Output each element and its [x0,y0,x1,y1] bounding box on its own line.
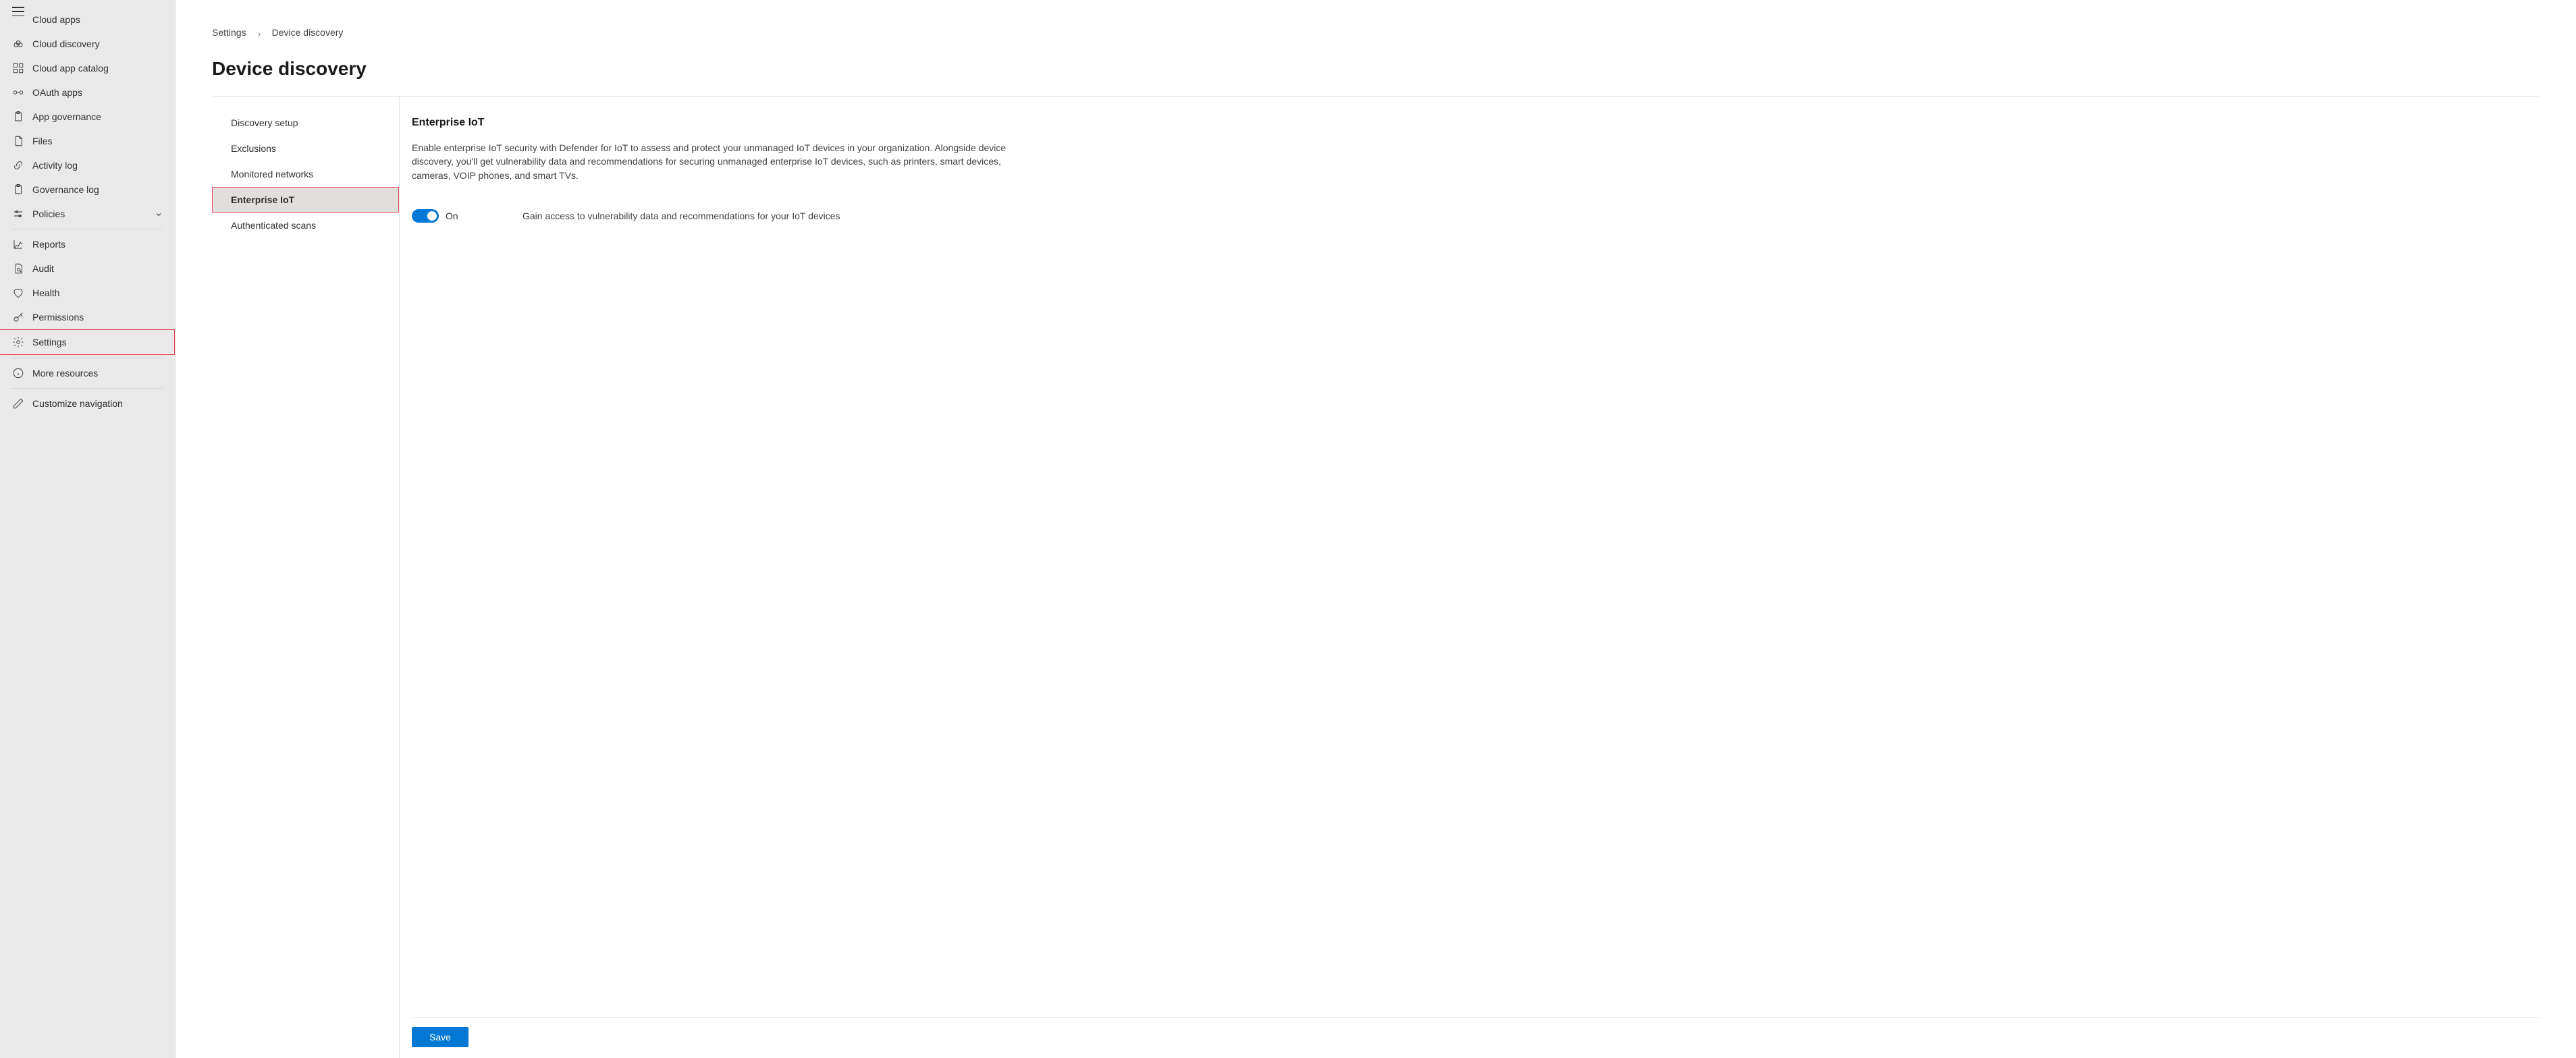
sidebar-item-label: Cloud apps [32,14,163,25]
sidebar-item-label: Audit [32,263,163,274]
toggle-state-label: On [446,211,462,221]
sidebar-item-label: Cloud discovery [32,38,163,49]
sliders-icon [12,208,24,220]
main-content: Settings Device discovery Device discove… [176,0,2576,1058]
save-button[interactable]: Save [412,1027,468,1047]
sidebar-item-app-governance[interactable]: App governance [0,105,175,129]
sidebar-item-label: Activity log [32,160,163,171]
subnav-item-exclusions[interactable]: Exclusions [212,136,399,161]
link-icon [12,159,24,171]
sidebar-item-cloud-discovery[interactable]: Cloud discovery [0,32,175,56]
pencil-icon [12,397,24,410]
sidebar-item-label: Files [32,136,163,146]
toggle-knob [427,211,437,221]
sidebar-item-label: Settings [32,337,162,347]
chart-icon [12,238,24,250]
cloud-discovery-icon [12,38,24,50]
sidebar-item-policies[interactable]: Policies [0,202,175,226]
sidebar-item-label: Cloud app catalog [32,63,163,74]
subnav-item-authenticated-scans[interactable]: Authenticated scans [212,213,399,238]
sidebar-item-label: Permissions [32,312,163,323]
sidebar-item-label: Customize navigation [32,398,163,409]
detail-panel: Enterprise IoT Enable enterprise IoT sec… [400,96,2540,1058]
detail-title: Enterprise IoT [412,117,2540,129]
save-row: Save [412,1017,2540,1058]
toggle-description: Gain access to vulnerability data and re… [522,211,840,221]
sidebar-item-customize-navigation[interactable]: Customize navigation [0,391,175,416]
clipboard-icon [12,184,24,196]
sidebar-item-files[interactable]: Files [0,129,175,153]
cloud-apps-icon [12,13,24,26]
audit-icon [12,262,24,275]
breadcrumb-current: Device discovery [272,27,344,38]
sidebar-item-label: App governance [32,111,163,122]
key-icon [12,311,24,323]
sidebar-item-label: More resources [32,368,163,379]
sidebar-item-health[interactable]: Health [0,281,175,305]
sidebar-item-oauth-apps[interactable]: OAuth apps [0,80,175,105]
sidebar-item-settings[interactable]: Settings [0,330,174,354]
sidebar-item-reports[interactable]: Reports [0,232,175,256]
sidebar-item-cloud-app-catalog[interactable]: Cloud app catalog [0,56,175,80]
sidebar-item-label: Reports [32,239,163,250]
chevron-down-icon [155,210,163,218]
sidebar-item-more-resources[interactable]: More resources [0,361,175,385]
breadcrumb: Settings Device discovery [212,27,2540,38]
heart-icon [12,287,24,299]
sidebar-item-label: Governance log [32,184,163,195]
clipboard-icon [12,111,24,123]
sidebar-item-label: Policies [32,208,155,219]
chevron-right-icon [256,29,263,36]
info-icon [12,367,24,379]
enterprise-iot-toggle[interactable] [412,209,439,223]
sidebar-item-audit[interactable]: Audit [0,256,175,281]
detail-description: Enable enterprise IoT security with Defe… [412,141,1040,182]
subnav-item-discovery-setup[interactable]: Discovery setup [212,110,399,136]
sidebar-item-governance-log[interactable]: Governance log [0,177,175,202]
nav-separator [12,388,163,389]
sidebar-item-activity-log[interactable]: Activity log [0,153,175,177]
sidebar-item-label: Health [32,287,163,298]
content-panel: Discovery setup Exclusions Monitored net… [212,96,2540,1058]
subnav-item-monitored-networks[interactable]: Monitored networks [212,161,399,187]
sidebar-item-cloud-apps-partial[interactable]: Cloud apps [0,13,175,32]
settings-highlight-box: Settings [0,329,175,355]
toggle-row: On Gain access to vulnerability data and… [412,209,2540,223]
oauth-icon [12,86,24,99]
subnav-item-enterprise-iot[interactable]: Enterprise IoT [212,187,399,213]
sidebar-item-permissions[interactable]: Permissions [0,305,175,329]
file-icon [12,135,24,147]
breadcrumb-parent-link[interactable]: Settings [212,27,246,38]
sidebar: Cloud apps Cloud discovery Cloud app cat… [0,0,176,1058]
sub-nav: Discovery setup Exclusions Monitored net… [212,96,400,1058]
page-title: Device discovery [212,58,2540,80]
app-catalog-icon [12,62,24,74]
sidebar-item-label: OAuth apps [32,87,163,98]
gear-icon [12,336,24,348]
